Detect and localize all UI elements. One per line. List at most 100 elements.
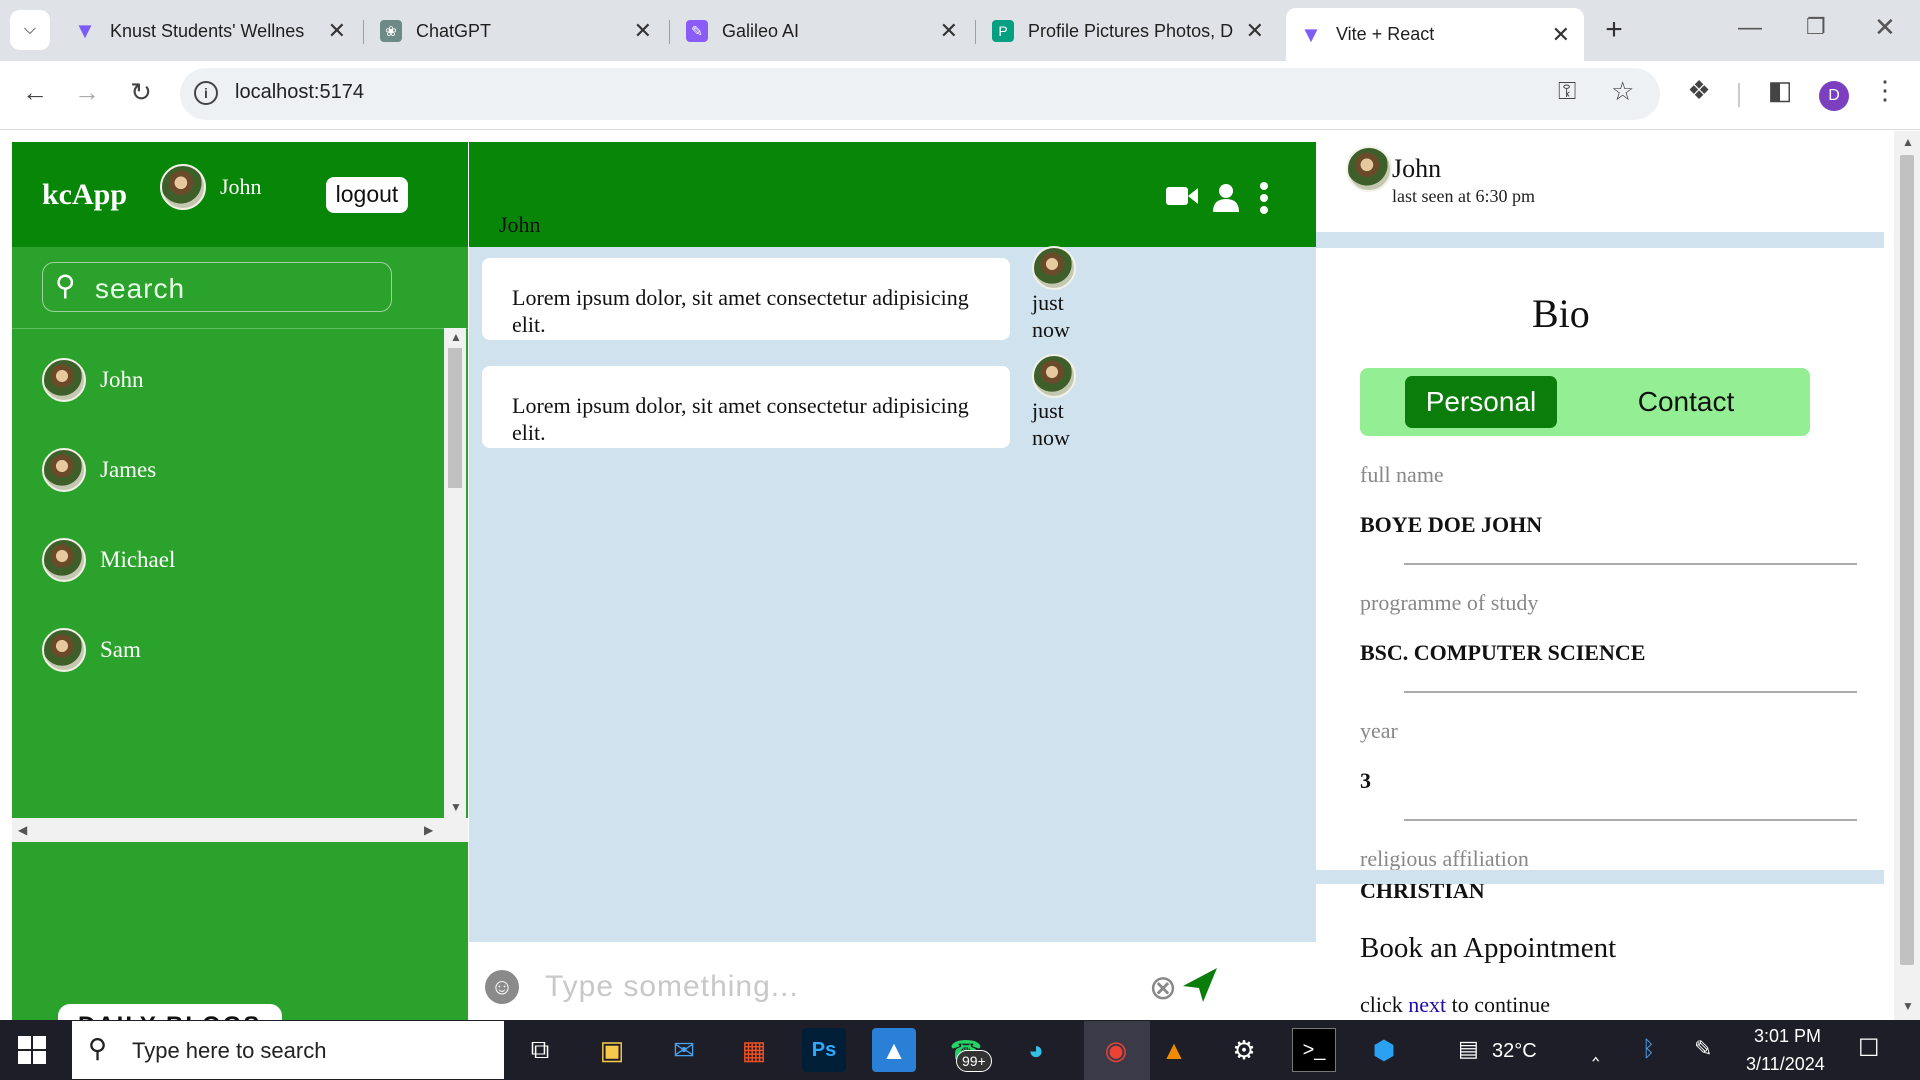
restore-icon[interactable]: ❐ [1806,14,1826,40]
browser-tab-1[interactable]: ▼ Knust Students' Wellnes ✕ [60,10,360,52]
close-tab-icon[interactable]: ✕ [634,18,652,44]
profile-panel: John last seen at 6:30 pm Bio Personal C… [1316,142,1884,1020]
avatar [42,538,86,582]
photos-icon[interactable]: ▲ [872,1028,916,1072]
settings-gear-icon[interactable]: ⚙ [1222,1028,1266,1072]
profile-name: John [1392,154,1442,183]
search-box[interactable]: ⚲ search [42,262,392,312]
windows-start-icon[interactable] [18,1036,46,1064]
chatgpt-icon: ❀ [380,20,402,42]
notification-icon[interactable]: ☐ [1858,1034,1880,1063]
clock-time[interactable]: 3:01 PM [1754,1026,1821,1047]
edge-icon[interactable]: ◕ [1014,1028,1058,1072]
reload-icon[interactable]: ↻ [124,77,158,108]
file-explorer-icon[interactable]: ▣ [590,1028,634,1072]
taskbar-search-box[interactable]: ⚲ Type here to search [72,1021,504,1079]
appointment-next-link[interactable]: next [1408,992,1446,1017]
scroll-down-arrow[interactable]: ▼ [450,800,462,814]
field-label-religion: religious affiliation [1360,846,1529,870]
tray-chevron-up-icon[interactable]: ‸ [1592,1036,1599,1062]
profile-avatar[interactable]: D [1819,81,1849,111]
message-sender-avatar [1032,354,1076,398]
video-call-icon[interactable] [1165,184,1199,208]
site-info-icon[interactable]: i [194,81,218,105]
terminal-icon[interactable]: >_ [1292,1028,1336,1072]
contacts-vertical-scrollbar[interactable]: ▲ ▼ [444,328,466,818]
page-vertical-scrollbar[interactable]: ▲ ▼ [1894,131,1920,1020]
chat-options-icon[interactable] [1259,182,1269,214]
tab-contact[interactable]: Contact [1610,376,1762,428]
field-value-full-name: BOYE DOE JOHN [1360,512,1543,537]
send-icon[interactable] [1181,966,1219,1004]
key-icon[interactable]: ⚿ [1558,78,1576,106]
close-tab-icon[interactable]: ✕ [940,18,958,44]
whatsapp-badge: 99+ [956,1050,992,1072]
minimize-icon[interactable]: — [1738,14,1762,42]
tab-search-button[interactable]: ⌵ [10,10,50,50]
tab-personal[interactable]: Personal [1405,376,1557,428]
field-label-full-name: full name [1360,462,1444,487]
forward-icon[interactable]: → [70,77,104,108]
contact-item-james[interactable]: James [12,425,442,515]
field-divider [1404,819,1857,821]
task-view-icon[interactable]: ⧉ [518,1028,562,1072]
pen-icon[interactable]: ✎ [1694,1036,1712,1062]
page-scroll-up-arrow[interactable]: ▲ [1902,135,1914,149]
emoji-icon[interactable]: ☺ [485,970,519,1004]
contacts-horizontal-scrollbar[interactable]: ◀ ▶ [12,818,468,842]
scroll-up-arrow[interactable]: ▲ [450,330,462,344]
browser-tab-3[interactable]: ✎ Galileo AI ✕ [672,10,972,52]
scrollbar-thumb[interactable] [448,348,462,488]
field-value-religion: CHRISTIAN [1360,884,1485,903]
back-icon[interactable]: ← [18,77,52,108]
message-bubble: Lorem ipsum dolor, sit amet consectetur … [482,258,1010,340]
contact-item-michael[interactable]: Michael [12,515,442,605]
browser-toolbar: ← → ↻ i localhost:5174 ⚿ ☆ ❖ ◧ D ⋮ [0,61,1920,130]
vscode-icon[interactable]: ⬢ [1362,1028,1406,1072]
logout-button[interactable]: logout [326,177,408,213]
scroll-left-arrow[interactable]: ◀ [18,823,27,837]
photoshop-icon[interactable]: Ps [802,1028,846,1072]
microsoft-store-icon[interactable]: ▦ [732,1028,776,1072]
toolbar-divider [1738,83,1740,107]
field-divider [1404,563,1857,565]
message-bubble: Lorem ipsum dolor, sit amet consectetur … [482,366,1010,448]
taskbar-search-input[interactable]: Type here to search [132,1038,326,1064]
message-timestamp: just now [1032,398,1070,450]
search-input[interactable]: search [95,273,185,305]
menu-kebab-icon[interactable]: ⋮ [1872,75,1898,106]
tab-separator [975,20,976,44]
new-tab-button[interactable]: + [1596,12,1632,48]
weather-icon[interactable]: ▤ [1458,1036,1479,1062]
mail-icon[interactable]: ✉ [662,1028,706,1072]
close-tab-icon[interactable]: ✕ [1246,18,1264,44]
clock-date[interactable]: 3/11/2024 [1746,1054,1825,1075]
vlc-icon[interactable]: ▲ [1152,1028,1196,1072]
close-tab-icon[interactable]: ✕ [1552,22,1570,48]
page-scrollbar-thumb[interactable] [1900,155,1914,965]
message-input[interactable]: Type something... [545,970,799,1004]
user-profile-icon[interactable] [1211,182,1241,212]
tab-separator [363,20,364,44]
chrome-icon[interactable]: ◉ [1094,1028,1138,1072]
scroll-right-arrow[interactable]: ▶ [424,823,433,837]
message-input-bar: ☺ Type something... ⊕ [469,942,1316,1020]
close-tab-icon[interactable]: ✕ [328,18,346,44]
weather-temp[interactable]: 32°C [1492,1040,1537,1063]
avatar [42,358,86,402]
address-bar[interactable]: i localhost:5174 ⚿ ☆ [180,68,1660,120]
bluetooth-icon[interactable]: ᛒ [1642,1036,1655,1062]
browser-tab-4[interactable]: P Profile Pictures Photos, D ✕ [978,10,1278,52]
extensions-icon[interactable]: ❖ [1682,75,1716,106]
url-text[interactable]: localhost:5174 [235,81,364,104]
browser-tab-5-active[interactable]: ▼ Vite + React ✕ [1286,8,1584,61]
contact-item-john[interactable]: John [12,335,442,425]
close-window-icon[interactable]: ✕ [1874,12,1896,43]
pexels-icon: P [992,20,1014,42]
page-scroll-down-arrow[interactable]: ▼ [1902,999,1914,1013]
contact-item-sam[interactable]: Sam [12,605,442,695]
browser-tab-2[interactable]: ❀ ChatGPT ✕ [366,10,666,52]
side-panel-icon[interactable]: ◧ [1763,75,1797,106]
chat-header: John [469,142,1316,247]
star-icon[interactable]: ☆ [1611,76,1634,107]
